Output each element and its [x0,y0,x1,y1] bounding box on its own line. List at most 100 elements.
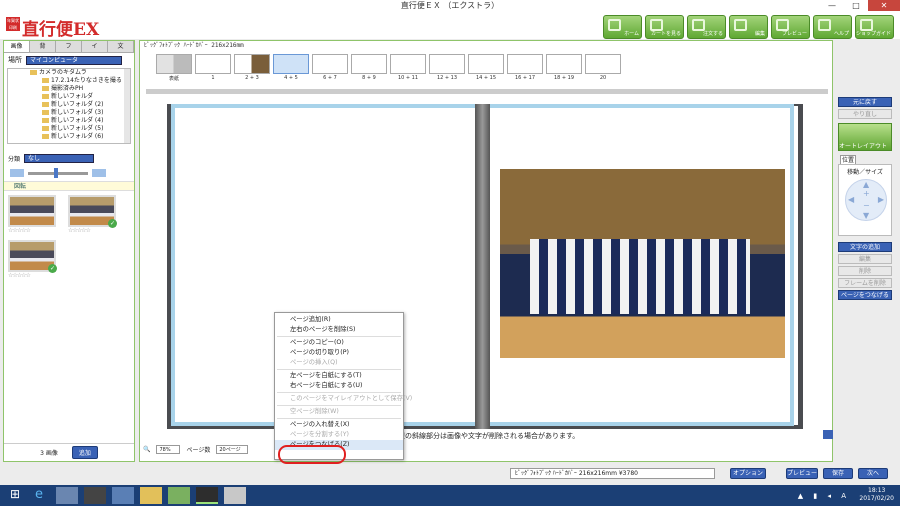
save-button[interactable]: 保存 [823,468,853,479]
context-menu-item[interactable]: ページのコピー(O) [275,338,403,348]
page-thumb[interactable]: 10 + 11 [390,54,426,82]
slider-thumb[interactable] [54,167,58,178]
folder-header[interactable]: 図転 [4,181,134,191]
toolbar-button-6[interactable]: ショップガイド [855,15,894,39]
context-menu-item[interactable]: ページの挿入(Q) [275,358,403,368]
tab-1[interactable]: 背 [30,41,56,52]
context-menu-item[interactable]: このページをマイレイアウトとして保存(V) [275,394,412,404]
page-thumb[interactable]: 2 + 3 [234,54,270,82]
zoom-select[interactable]: 78% [156,445,181,454]
toolbar-button-4[interactable]: プレビュー [771,15,810,39]
active-app-icon[interactable] [196,487,218,504]
rating-stars[interactable]: ☆☆☆☆☆ [8,227,58,234]
page-thumb[interactable]: 表紙 [156,54,192,82]
move-dpad[interactable]: ▲ ▼ ◀ ▶ + − [845,179,887,221]
minimize-button[interactable]: — [820,0,844,11]
next-button[interactable]: 次へ [858,468,888,479]
tree-item[interactable]: 新しいフォルダ [8,93,130,101]
app-icon-4[interactable] [168,487,190,504]
folder-tree[interactable]: カメラのキタムラ 17.2.14たりなさきを撮る 撮影済みPH 新しいフォルダ 新しいフ… [7,68,131,144]
toolbar-button-0[interactable]: ホーム [603,15,642,39]
sort-dropdown[interactable]: なし [24,153,95,163]
tree-item[interactable]: 新しいフォルダ (3) [8,109,130,117]
context-menu-item[interactable]: 右ページを白紙にする(U) [275,381,403,391]
page-thumb[interactable]: 14 + 15 [468,54,504,82]
tree-item-label: 新しいフォルダ (4) [51,117,104,124]
redo-button[interactable]: やり直し [838,109,892,119]
tree-item[interactable]: 新しいフォルダ (4) [8,117,130,125]
rating-stars[interactable]: ☆☆☆☆☆ [68,227,118,234]
add-image-button[interactable]: 追加 [71,446,98,459]
options-button[interactable]: オプション [730,468,766,479]
explorer-icon[interactable] [140,487,162,504]
tree-item[interactable]: カメラのキタムラ [8,69,130,77]
context-menu-item[interactable]: 左ページを白紙にする(T) [275,371,403,381]
clock[interactable]: 18:13 2017/02/20 [859,487,894,503]
tree-item[interactable]: 撮影済みPH [8,85,130,93]
context-menu-item[interactable]: ページの入れ替え(X) [275,420,403,430]
expand-icon[interactable] [823,430,833,439]
maximize-button[interactable]: □ [844,0,868,11]
tab-2[interactable]: フ [56,41,82,52]
page-thumb[interactable]: 1 [195,54,231,82]
toolbar-button-1[interactable]: カートを見る [645,15,684,39]
thumb-size-slider[interactable] [28,167,88,178]
context-menu-item[interactable]: 左右のページを削除(S) [275,325,403,335]
context-menu-item[interactable]: 空ページ削除(W) [275,407,403,417]
page-thumb[interactable]: 4 + 5 [273,54,309,82]
image-thumbnail[interactable]: ☆☆☆☆☆ [8,240,58,279]
toolbar-button-5[interactable]: ヘルプ [813,15,852,39]
image-thumbnail[interactable]: ☆☆☆☆☆ [68,195,118,234]
team-photo[interactable] [500,169,785,358]
edit-button[interactable]: 編集 [838,254,892,264]
context-menu-item[interactable]: ページを分割する(Y) [275,430,403,440]
zoom-in-icon[interactable]: + [863,189,870,198]
undo-button[interactable]: 元に戻す [838,97,892,107]
tree-item[interactable]: 新しいフォルダ (2) [8,101,130,109]
image-thumbnail[interactable]: ☆☆☆☆☆ [8,195,58,234]
tree-item[interactable]: 新しいフォルダ (5) [8,125,130,133]
app-icon-1[interactable] [56,487,78,504]
zoom-out-icon[interactable]: − [863,201,870,210]
page-thumb[interactable]: 18 + 19 [546,54,582,82]
start-icon[interactable]: ⊞ [4,487,26,504]
tab-0[interactable]: 画像 [4,41,30,52]
ie-icon[interactable]: e [28,487,50,504]
page-strip-scrollbar[interactable] [146,89,828,94]
arrow-down-icon[interactable]: ▼ [863,211,869,220]
arrow-up-icon[interactable]: ▲ [863,180,869,189]
context-menu-item[interactable]: ページ追加(R) [275,315,403,325]
delete-frame-button[interactable]: フレームを削除 [838,278,892,288]
folder-icon [42,78,49,83]
location-dropdown[interactable]: マイコンピュータ [26,55,122,65]
add-text-button[interactable]: 文字の追加 [838,242,892,252]
arrow-right-icon[interactable]: ▶ [878,195,884,204]
tray-icons[interactable]: ▲ ▮ ◂ A [798,492,850,500]
preview-button[interactable]: プレビュー [786,468,818,479]
tree-item[interactable]: 17.2.14たりなさきを撮る [8,77,130,85]
tab-4[interactable]: 文 [108,41,134,52]
app-icon-5[interactable] [224,487,246,504]
rating-stars[interactable]: ☆☆☆☆☆ [8,272,58,279]
page-thumb[interactable]: 12 + 13 [429,54,465,82]
tree-item[interactable]: 新しいフォルダ (6) [8,133,130,141]
app-icon-2[interactable] [84,487,106,504]
join-pages-button[interactable]: ページをつなげる [838,290,892,300]
page-thumb[interactable]: 20 [585,54,621,82]
tab-position[interactable]: 位置 [840,155,856,164]
ime-indicator[interactable]: A [841,492,850,500]
context-menu-item[interactable]: ページの切り取り(P) [275,348,403,358]
toolbar-button-2[interactable]: 注文する [687,15,726,39]
tab-3[interactable]: イ [82,41,108,52]
auto-layout-button[interactable]: オートレイアウト [838,123,892,151]
arrow-left-icon[interactable]: ◀ [848,195,854,204]
close-button[interactable]: ✕ [868,0,900,11]
page-count-select[interactable]: 20ページ [216,445,249,454]
delete-button[interactable]: 削除 [838,266,892,276]
app-icon-3[interactable] [112,487,134,504]
page-thumb[interactable]: 8 + 9 [351,54,387,82]
toolbar-button-3[interactable]: 編集 [729,15,768,39]
page-thumb[interactable]: 6 + 7 [312,54,348,82]
tree-scrollbar[interactable] [124,69,130,143]
page-thumb[interactable]: 16 + 17 [507,54,543,82]
